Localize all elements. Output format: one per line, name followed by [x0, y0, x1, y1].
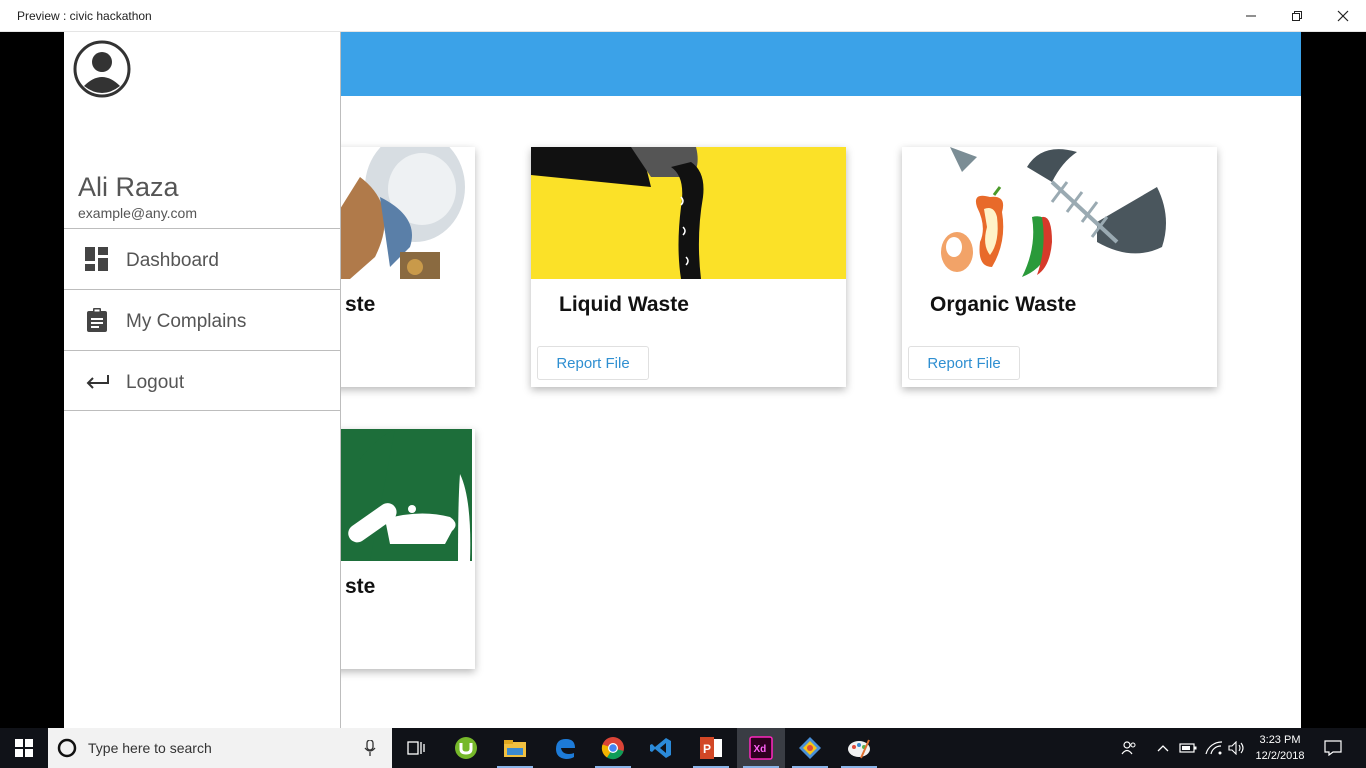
taskbar-app-git[interactable] — [786, 728, 834, 768]
svg-text:P: P — [703, 742, 711, 756]
volume-indicator[interactable] — [1226, 728, 1248, 768]
search-placeholder: Type here to search — [88, 740, 212, 756]
git-kraken-icon — [799, 737, 821, 759]
chrome-icon — [601, 737, 624, 760]
liquid-waste-image — [531, 147, 846, 279]
windows-taskbar: Type here to search P Xd 3:23 PM 12/2/20… — [0, 728, 1366, 768]
card-title: Organic Waste — [930, 293, 1077, 316]
taskbar-search-box[interactable]: Type here to search — [48, 728, 392, 768]
close-button[interactable] — [1320, 0, 1366, 32]
close-icon — [1337, 10, 1349, 22]
speaker-icon — [1228, 741, 1244, 755]
menu-item-label: Dashboard — [126, 250, 219, 271]
card-title: ste — [345, 293, 376, 316]
drawer-menu: Dashboard My Complains Logout — [64, 228, 340, 411]
menu-item-my-complains[interactable]: My Complains — [64, 289, 340, 350]
clock-date: 12/2/2018 — [1255, 750, 1305, 762]
task-view-button[interactable] — [392, 728, 440, 768]
taskbar-app-utorrent[interactable] — [442, 728, 490, 768]
chevron-up-icon — [1157, 745, 1169, 752]
minimize-button[interactable] — [1228, 0, 1274, 32]
adobe-xd-icon: Xd — [749, 736, 773, 760]
dashboard-icon — [85, 247, 108, 271]
show-hidden-icons-button[interactable] — [1152, 728, 1174, 768]
card-title: Liquid Waste — [559, 293, 689, 316]
cortana-circle-icon — [57, 738, 77, 758]
report-file-button[interactable]: Report File — [537, 346, 649, 380]
taskbar-app-powerpoint[interactable]: P — [687, 728, 735, 768]
people-button[interactable] — [1116, 728, 1142, 768]
action-center-button[interactable] — [1318, 728, 1348, 768]
taskbar-app-edge[interactable] — [541, 728, 589, 768]
user-name: Ali Raza — [78, 172, 179, 202]
liquid-waste-card[interactable]: Liquid Waste Report File — [531, 147, 846, 387]
report-file-button[interactable]: Report File — [908, 346, 1020, 380]
menu-item-label: Logout — [126, 372, 185, 393]
task-view-icon — [407, 741, 425, 755]
battery-indicator[interactable] — [1177, 728, 1199, 768]
people-icon — [1121, 741, 1136, 755]
powerpoint-icon: P — [700, 737, 722, 759]
navigation-drawer: Ali Raza example@any.com Dashboard My Co… — [64, 32, 341, 728]
avatar-icon[interactable] — [73, 40, 131, 98]
window-titlebar: Preview : civic hackathon — [0, 0, 1366, 32]
logout-arrow-icon — [86, 375, 109, 389]
utorrent-icon — [455, 737, 477, 759]
taskbar-app-adobe-xd[interactable]: Xd — [737, 728, 785, 768]
clipboard-icon — [87, 308, 107, 332]
notification-icon — [1324, 740, 1342, 756]
card-title: ste — [345, 575, 376, 598]
vscode-icon — [650, 738, 671, 758]
taskbar-app-file-explorer[interactable] — [491, 728, 539, 768]
wifi-indicator[interactable] — [1202, 728, 1226, 768]
windows-logo-icon — [15, 739, 33, 757]
folder-icon — [504, 740, 526, 757]
paint-palette-icon — [848, 739, 870, 759]
window-title: Preview : civic hackathon — [17, 9, 152, 23]
microphone-icon — [364, 740, 376, 756]
wifi-icon — [1205, 741, 1223, 755]
taskbar-app-chrome[interactable] — [589, 728, 637, 768]
taskbar-app-vscode[interactable] — [637, 728, 685, 768]
organic-waste-card[interactable]: Organic Waste Report File — [902, 147, 1217, 387]
minimize-icon — [1246, 15, 1256, 17]
edge-icon — [556, 739, 575, 759]
start-button[interactable] — [0, 728, 48, 768]
taskbar-clock[interactable]: 3:23 PM 12/2/2018 — [1248, 732, 1312, 764]
taskbar-app-paint[interactable] — [835, 728, 883, 768]
user-email: example@any.com — [78, 205, 197, 221]
menu-item-label: My Complains — [126, 311, 247, 332]
restore-button[interactable] — [1274, 0, 1320, 32]
svg-text:Xd: Xd — [754, 744, 767, 755]
menu-item-logout[interactable]: Logout — [64, 350, 340, 411]
clock-time: 3:23 PM — [1259, 734, 1301, 746]
menu-item-dashboard[interactable]: Dashboard — [64, 228, 340, 289]
restore-icon — [1292, 11, 1302, 21]
organic-waste-image — [902, 147, 1217, 279]
battery-icon — [1179, 743, 1197, 753]
